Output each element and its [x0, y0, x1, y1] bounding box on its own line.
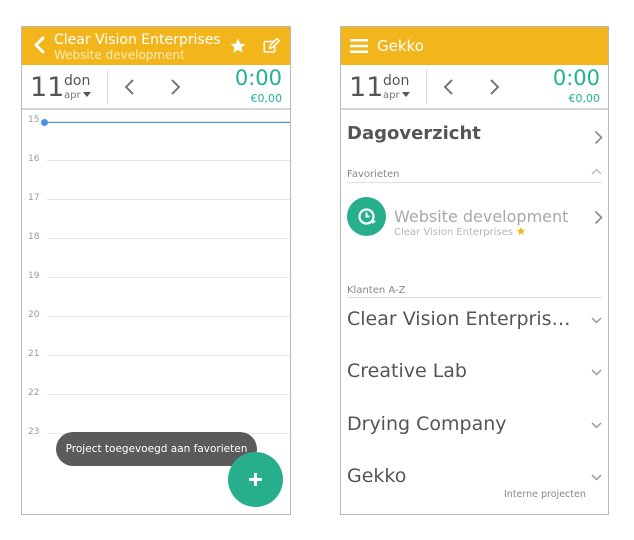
- section-divider: [347, 297, 602, 298]
- month-label: apr: [64, 90, 81, 101]
- total-amount: €0,00: [250, 92, 283, 105]
- hour-gridline: [47, 355, 290, 356]
- chevron-right-icon: [594, 130, 603, 145]
- clock-play-icon: [358, 208, 376, 225]
- day-number: 11: [349, 72, 384, 103]
- chevron-down-icon: [591, 369, 602, 376]
- hour-label: 21: [28, 349, 40, 359]
- hour-gridline: [47, 277, 290, 278]
- hour-row: 21: [22, 349, 290, 394]
- hour-row: 17: [22, 193, 290, 238]
- month-picker[interactable]: apr: [383, 90, 410, 101]
- hour-gridline: [47, 238, 290, 239]
- hour-label: 20: [28, 310, 40, 320]
- star-icon: [517, 226, 526, 235]
- hour-gridline: [47, 160, 290, 161]
- chevron-down-icon: [591, 422, 602, 429]
- day-overview-label: Dagoverzicht: [347, 123, 481, 144]
- weekday-label: don: [64, 73, 91, 89]
- hour-row: 22: [22, 388, 290, 433]
- total-time: 0:00: [234, 66, 282, 90]
- favorite-client-name: Clear Vision Enterprises: [394, 227, 514, 238]
- chevron-down-icon: [591, 474, 602, 481]
- caret-down-icon: [401, 92, 410, 97]
- client-name: Drying Company: [347, 413, 507, 435]
- plus-icon: [254, 473, 257, 486]
- favorites-header: Favorieten: [347, 169, 400, 180]
- chevron-down-icon: [591, 317, 602, 324]
- chevron-right-icon[interactable]: [168, 77, 182, 97]
- internal-projects-note: Interne projecten: [504, 489, 586, 500]
- chevron-left-icon[interactable]: [123, 77, 137, 97]
- total-amount: €0,00: [568, 92, 601, 105]
- hour-row: 20: [22, 310, 290, 355]
- hour-label: 18: [28, 232, 40, 242]
- date-navigation-bar: 11 don apr 0:00 €0,00: [22, 65, 290, 110]
- total-time: 0:00: [552, 66, 600, 90]
- hour-label: 16: [28, 154, 40, 164]
- chevron-left-icon[interactable]: [442, 77, 456, 97]
- hour-gridline: [47, 199, 290, 200]
- divider: [107, 70, 108, 104]
- hour-label: 17: [28, 193, 40, 203]
- hour-row: 15: [22, 115, 290, 160]
- hour-row: 16: [22, 154, 290, 199]
- chevron-right-icon: [594, 210, 603, 225]
- hamburger-menu-icon[interactable]: [350, 38, 368, 54]
- date-navigation-bar: 11 don apr 0:00 €0,00: [341, 65, 608, 110]
- project-picker-screen: Gekko 11 don apr 0:00 €0,00 Dagoverzicht…: [340, 26, 609, 515]
- hour-row: 19: [22, 271, 290, 316]
- hour-label: 19: [28, 271, 40, 281]
- divider: [426, 70, 427, 104]
- section-divider: [347, 182, 602, 183]
- hour-row: 18: [22, 232, 290, 277]
- hour-gridline: [47, 316, 290, 317]
- back-arrow-icon[interactable]: [31, 34, 47, 56]
- chevron-right-icon[interactable]: [487, 77, 501, 97]
- day-number: 11: [30, 72, 65, 103]
- current-time-line: [44, 122, 290, 123]
- project-avatar: [347, 197, 386, 236]
- project-name-subtitle: Website development: [54, 48, 185, 62]
- hour-gridline: [47, 394, 290, 395]
- edit-icon[interactable]: [262, 37, 280, 55]
- current-time-dot: [41, 119, 48, 126]
- project-header-bar: Clear Vision Enterprises Website develop…: [22, 27, 290, 65]
- clients-header: Klanten A-Z: [347, 285, 406, 296]
- hour-label: 23: [28, 427, 40, 437]
- add-entry-button[interactable]: [228, 452, 283, 507]
- star-icon[interactable]: [229, 37, 247, 55]
- client-name: Creative Lab: [347, 360, 467, 382]
- project-timesheet-screen: Clear Vision Enterprises Website develop…: [21, 26, 291, 515]
- weekday-label: don: [383, 73, 410, 89]
- favorite-added-toast: Project toegevoegd aan favorieten: [56, 432, 257, 466]
- app-title: Gekko: [377, 37, 424, 55]
- hour-label: 15: [28, 115, 40, 125]
- client-name: Clear Vision Enterpris…: [347, 308, 571, 330]
- month-picker[interactable]: apr: [64, 90, 91, 101]
- caret-down-icon: [82, 92, 91, 97]
- project-client-title: Clear Vision Enterprises: [54, 32, 221, 48]
- month-label: apr: [383, 90, 400, 101]
- favorite-client-line: Clear Vision Enterprises: [394, 226, 526, 238]
- hour-label: 22: [28, 388, 40, 398]
- app-header-bar: Gekko: [341, 27, 608, 65]
- favorite-project-name: Website development: [394, 207, 569, 226]
- client-name: Gekko: [347, 465, 407, 487]
- chevron-up-icon[interactable]: [591, 168, 602, 175]
